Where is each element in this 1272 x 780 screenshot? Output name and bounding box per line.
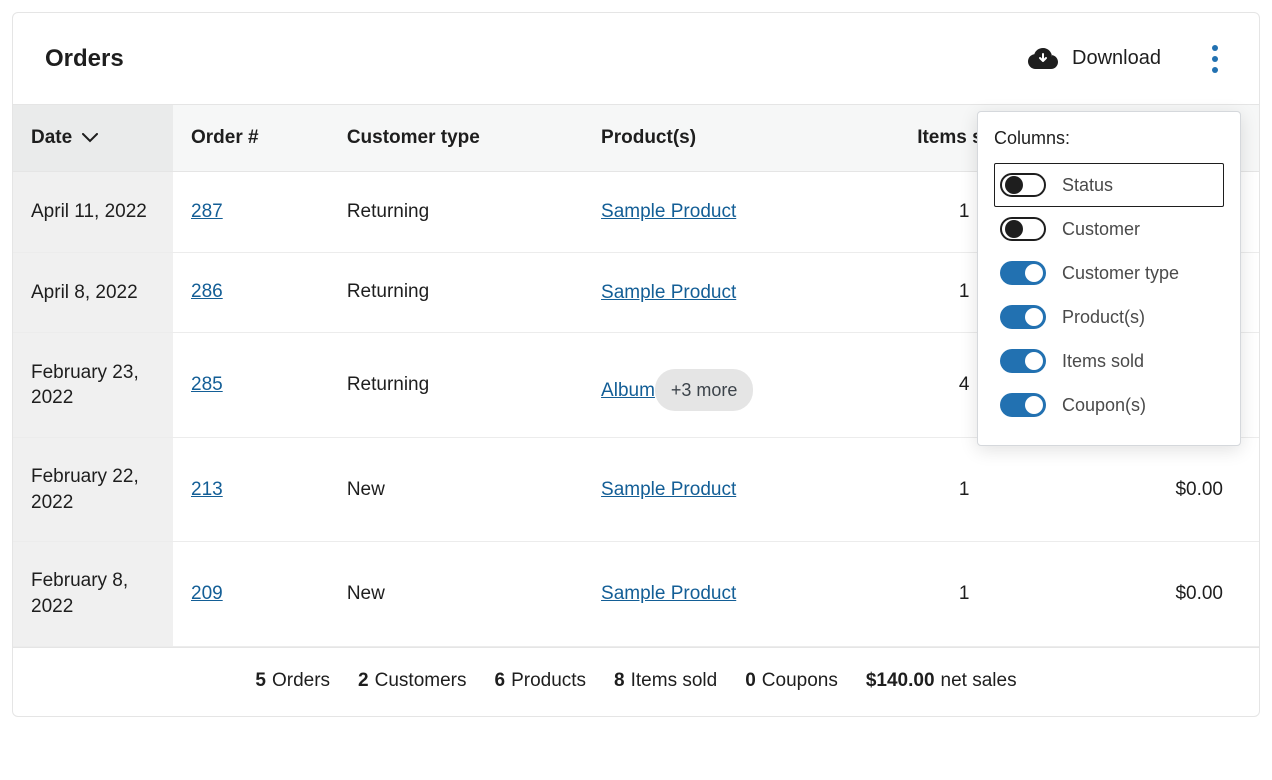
column-toggle-row[interactable]: Status [994,163,1224,207]
column-toggle-row[interactable]: Items sold [994,339,1224,383]
summary-item: 6Products [494,670,586,692]
download-cloud-icon [1028,48,1058,70]
summary-item: $140.00net sales [866,670,1017,692]
summary-item: 5Orders [255,670,330,692]
product-cell: Sample Product [583,252,866,333]
summary-bar: 5Orders 2Customers 6Products 8Items sold 0Co… [13,647,1259,716]
column-toggle-label: Items sold [1062,351,1144,372]
dot-icon [1212,45,1218,51]
dot-icon [1212,67,1218,73]
product-cell: Sample Product [583,438,866,542]
column-toggle-row[interactable]: Customer [994,207,1224,251]
date-cell: February 23, 2022 [13,333,173,438]
toggle-switch[interactable] [1000,261,1046,285]
orders-card: Orders Download Date [12,12,1260,717]
toggle-knob [1005,176,1023,194]
toggle-knob [1025,264,1043,282]
toggle-switch[interactable] [1000,305,1046,329]
toggle-knob [1025,308,1043,326]
page-title: Orders [45,45,1028,73]
ctype-cell: Returning [329,333,583,438]
toggle-switch[interactable] [1000,173,1046,197]
summary-item: 2Customers [358,670,466,692]
dot-icon [1212,56,1218,62]
toggle-switch[interactable] [1000,217,1046,241]
column-toggle-label: Customer [1062,219,1140,240]
order-cell: 285 [173,333,329,438]
columns-popover: Columns: Status Customer Customer type Prod… [977,111,1241,446]
date-cell: April 8, 2022 [13,252,173,333]
order-link[interactable]: 209 [191,583,223,604]
more-products-pill[interactable]: +3 more [655,369,754,411]
amount-cell: $0.00 [1062,542,1259,646]
product-cell: Sample Product [583,172,866,253]
date-cell: February 22, 2022 [13,438,173,542]
amount-cell: $0.00 [1062,438,1259,542]
order-link[interactable]: 213 [191,479,223,500]
column-toggle-label: Customer type [1062,263,1179,284]
column-toggle-row[interactable]: Coupon(s) [994,383,1224,427]
product-link[interactable]: Album [601,380,655,401]
product-cell: Sample Product [583,542,866,646]
toggle-switch[interactable] [1000,393,1046,417]
product-link[interactable]: Sample Product [601,282,736,303]
chevron-down-icon [82,127,98,149]
order-link[interactable]: 287 [191,201,223,222]
product-cell: Album+3 more [583,333,866,438]
order-cell: 287 [173,172,329,253]
summary-item: 8Items sold [614,670,717,692]
column-toggle-row[interactable]: Customer type [994,251,1224,295]
ctype-cell: Returning [329,252,583,333]
product-link[interactable]: Sample Product [601,201,736,222]
col-order[interactable]: Order # [173,105,329,172]
order-cell: 209 [173,542,329,646]
toggle-knob [1025,396,1043,414]
toggle-switch[interactable] [1000,349,1046,373]
table-row: February 22, 2022 213 New Sample Product 1$0… [13,438,1259,542]
product-link[interactable]: Sample Product [601,583,736,604]
items-cell: 1 [866,542,1062,646]
toggle-knob [1025,352,1043,370]
card-header: Orders Download [13,13,1259,105]
summary-item: 0Coupons [745,670,838,692]
ctype-cell: Returning [329,172,583,253]
order-cell: 286 [173,252,329,333]
toggle-knob [1005,220,1023,238]
order-link[interactable]: 286 [191,281,223,302]
order-cell: 213 [173,438,329,542]
table-row: February 8, 2022 209 New Sample Product 1$0.… [13,542,1259,646]
column-toggle-label: Coupon(s) [1062,395,1146,416]
items-cell: 1 [866,438,1062,542]
ctype-cell: New [329,438,583,542]
product-link[interactable]: Sample Product [601,479,736,500]
download-button[interactable]: Download [1028,47,1161,70]
column-toggle-row[interactable]: Product(s) [994,295,1224,339]
order-link[interactable]: 285 [191,374,223,395]
date-cell: February 8, 2022 [13,542,173,646]
ctype-cell: New [329,542,583,646]
col-products[interactable]: Product(s) [583,105,866,172]
download-label: Download [1072,47,1161,70]
column-toggle-label: Status [1062,175,1113,196]
date-cell: April 11, 2022 [13,172,173,253]
col-date[interactable]: Date [13,105,173,172]
col-ctype[interactable]: Customer type [329,105,583,172]
popover-title: Columns: [994,128,1224,149]
options-menu-button[interactable] [1203,43,1227,75]
column-toggle-label: Product(s) [1062,307,1145,328]
